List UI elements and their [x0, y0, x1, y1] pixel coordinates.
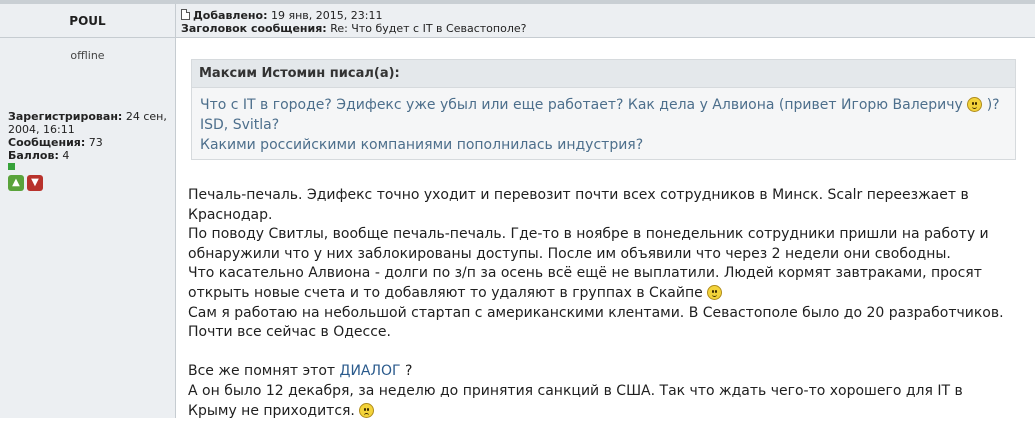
author-status: offline [70, 49, 105, 62]
message-line: Краснодар. [188, 206, 273, 223]
subject-line: Заголовок сообщения: Re: Что будет с IT … [181, 22, 526, 35]
registered-label: Зарегистрирован: [8, 110, 123, 123]
message-line: обнаружили что у них заблокированы досту… [188, 245, 951, 262]
points-value: 4 [62, 149, 70, 162]
message-line-text: открыть новые счета и то добавляют то уд… [188, 284, 703, 301]
quote-author: Максим Истомин писал(а): [199, 66, 400, 81]
forum-post: POUL Добавлено: 19 янв, 2015, 23:11 Заго… [0, 0, 1035, 421]
smiley-happy-icon [707, 284, 723, 300]
message-line: открыть новые счета и то добавляют то уд… [188, 284, 1018, 304]
message-line: Печаль-печаль. Эдифекс точно уходит и пе… [188, 187, 969, 203]
message-line-text: Все же помнят этот [188, 363, 336, 380]
author-info: Зарегистрирован: 24 сен, 2004, 16:11 Соо… [8, 110, 173, 162]
message-line: Сам я работаю на небольшой стартап с аме… [188, 304, 1004, 321]
messages-value: 73 [88, 136, 103, 149]
post-header: Добавлено: 19 янв, 2015, 23:11 Заголовок… [176, 4, 1035, 38]
status-dot-icon [8, 163, 15, 170]
added-label: Добавлено: [193, 9, 268, 22]
smiley-happy-icon [967, 97, 983, 112]
message-line: А он было 12 декабря, за неделю до приня… [188, 382, 963, 399]
points-label: Баллов: [8, 149, 59, 162]
added-line: Добавлено: 19 янв, 2015, 23:11 [181, 9, 382, 22]
messages-label: Сообщения: [8, 136, 86, 149]
quote-line1-text: Что с IT в городе? Эдифекс уже убыл или … [200, 97, 963, 113]
dialog-link[interactable]: ДИАЛОГ [340, 363, 401, 379]
quote-line: Какими российскими компаниями пополнилас… [200, 137, 644, 153]
quote-body: Что с IT в городе? Эдифекс уже убыл или … [200, 95, 1012, 155]
message-line-text: ? [405, 363, 413, 380]
message-body: Печаль-печаль. Эдифекс точно уходит и пе… [188, 186, 1018, 421]
quote-block: Максим Истомин писал(а): Что с IT в горо… [191, 59, 1016, 160]
subject-label: Заголовок сообщения: [181, 22, 327, 35]
author-header: POUL [0, 4, 176, 38]
message-line: По поводу Свитлы, вообще печаль-печаль. … [188, 226, 989, 243]
thumbs-down-icon[interactable]: ▼ [27, 175, 43, 191]
document-icon[interactable] [181, 9, 190, 20]
thumbs-up-icon[interactable]: ▲ [8, 175, 24, 191]
message-line-text: Крыму не приходится. [188, 402, 355, 419]
quote-line1-end: )? [986, 97, 1000, 113]
quote-line: Что с IT в городе? Эдифекс уже убыл или … [200, 95, 1012, 115]
message-line: Все же помнят этот ДИАЛОГ ? [188, 362, 1018, 382]
author-column: offline Зарегистрирован: 24 сен, 2004, 1… [0, 38, 176, 418]
quote-line: ISD, Svitla? [200, 117, 280, 133]
message-line: Почти все сейчас в Одессе. [188, 324, 391, 341]
added-value: 19 янв, 2015, 23:11 [271, 9, 383, 22]
message-line: Крыму не приходится. [188, 402, 1018, 421]
smiley-sad-icon [359, 402, 375, 418]
author-name[interactable]: POUL [0, 14, 175, 28]
subject-value: Re: Что будет с IT в Севастополе? [330, 22, 527, 35]
quote-header: Максим Истомин писал(а): [192, 60, 1015, 88]
message-line: Что касательно Алвиона - долги по з/п за… [188, 265, 982, 282]
